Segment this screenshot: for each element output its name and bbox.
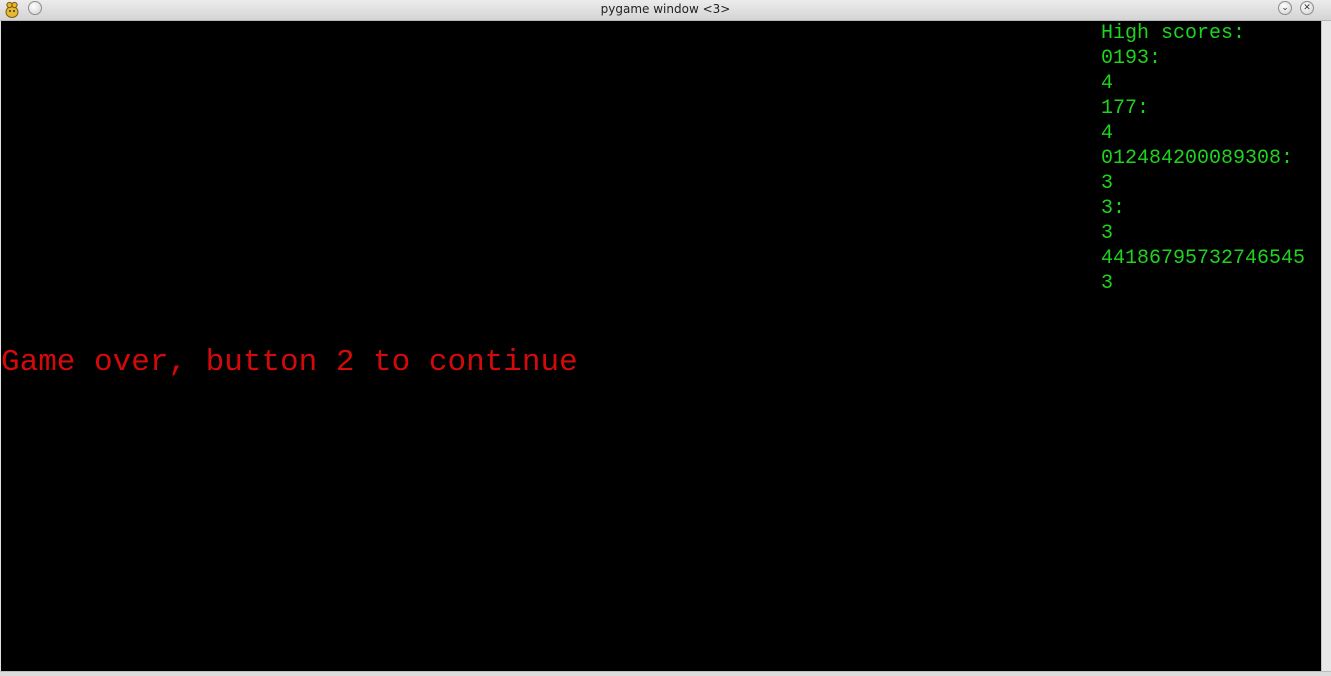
high-scores-panel: High scores: 0193: 4 177: 4 012484200089… [1101, 21, 1321, 296]
close-button[interactable]: ✕ [1300, 1, 1314, 15]
close-icon: ✕ [1303, 2, 1311, 13]
game-canvas[interactable]: High scores: 0193: 4 177: 4 012484200089… [1, 21, 1321, 671]
pygame-app-icon[interactable] [4, 1, 20, 18]
score-entry-value: 3 [1101, 222, 1114, 245]
pygame-window: pygame window <3> ⌄ ✕ High scores: 0193:… [0, 0, 1331, 676]
score-entry-value: 4 [1101, 122, 1114, 145]
window-title: pygame window <3> [600, 2, 731, 16]
score-entry-name: 44186795732746545 [1101, 247, 1306, 270]
window-menu-button[interactable] [28, 1, 42, 15]
game-over-message: Game over, button 2 to continue [1, 345, 578, 380]
high-scores-heading: High scores: [1101, 22, 1246, 45]
score-entry-value: 4 [1101, 72, 1114, 95]
score-entry-name: 3: [1101, 197, 1126, 220]
score-entry-name: 177: [1101, 97, 1150, 120]
title-bar[interactable]: pygame window <3> ⌄ ✕ [0, 0, 1331, 21]
score-entry-name: 012484200089308: [1101, 147, 1294, 170]
score-entry-name: 0193: [1101, 47, 1162, 70]
score-entry-value: 3 [1101, 172, 1114, 195]
score-entry-value: 3 [1101, 272, 1114, 295]
window-right-border [1321, 21, 1331, 671]
minimize-button[interactable]: ⌄ [1278, 1, 1292, 15]
chevron-down-icon: ⌄ [1281, 2, 1289, 13]
window-bottom-border[interactable] [0, 671, 1331, 676]
